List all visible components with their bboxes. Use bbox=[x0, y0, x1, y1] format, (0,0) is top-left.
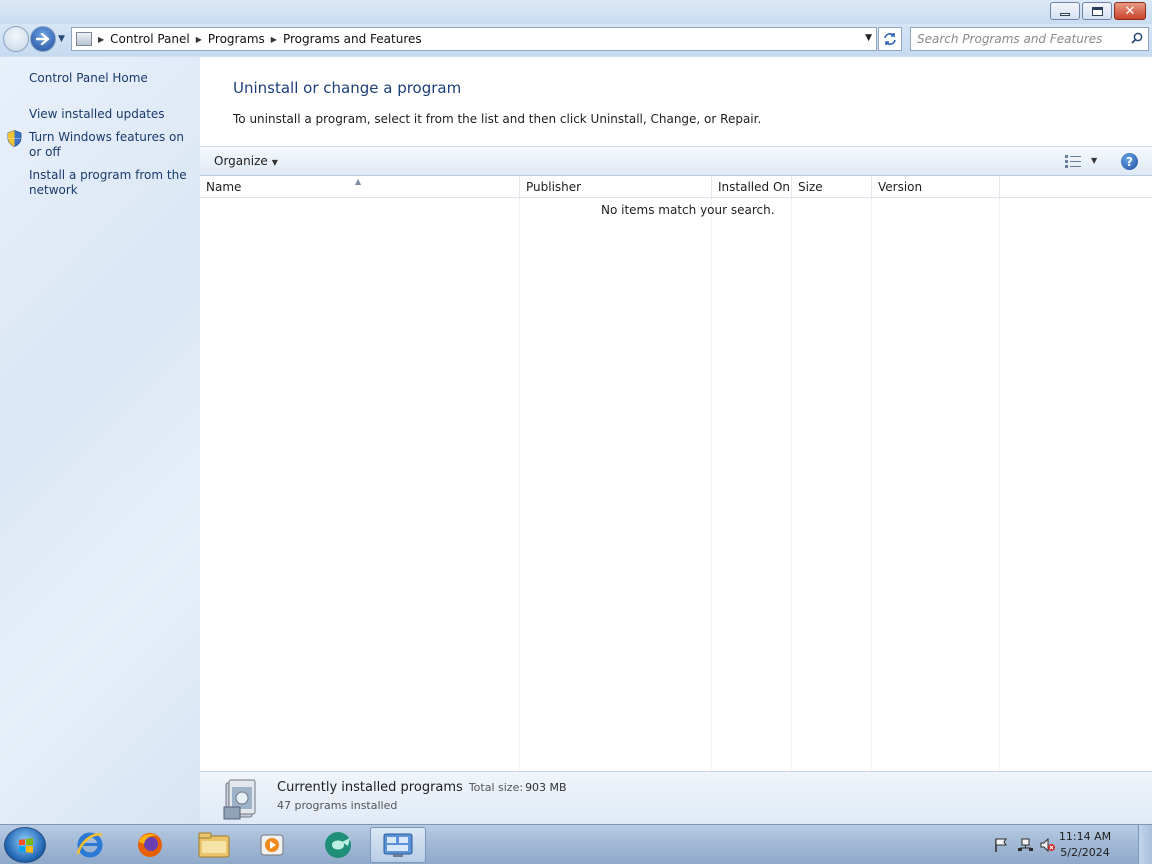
refresh-button[interactable] bbox=[878, 27, 902, 51]
column-header-publisher-label: Publisher bbox=[526, 180, 582, 194]
breadcrumb-separator-icon[interactable]: ▶ bbox=[271, 35, 277, 44]
column-header-size-label: Size bbox=[798, 180, 823, 194]
taskbar-firefox[interactable] bbox=[122, 827, 178, 863]
page-description: To uninstall a program, select it from t… bbox=[233, 112, 762, 126]
title-bar: ✕ bbox=[0, 0, 1152, 24]
taskbar-internet-explorer[interactable] bbox=[62, 827, 118, 863]
details-title-text: Currently installed programs bbox=[277, 780, 463, 795]
volume-muted-icon[interactable] bbox=[1040, 838, 1055, 852]
column-header-name-label: Name bbox=[206, 180, 242, 194]
column-header-version-label: Version bbox=[878, 180, 923, 194]
address-bar[interactable]: ▶ Control Panel ▶ Programs ▶ Programs an… bbox=[71, 27, 877, 51]
installed-programs-icon bbox=[223, 779, 256, 820]
organize-button[interactable]: Organize ▼ bbox=[214, 154, 278, 168]
windows-logo-icon bbox=[19, 838, 33, 853]
breadcrumb-separator-icon[interactable]: ▶ bbox=[98, 35, 104, 44]
window-controls: ✕ bbox=[1050, 2, 1146, 20]
navigation-bar: ▼ ▶ Control Panel ▶ Programs ▶ Programs … bbox=[0, 24, 1152, 56]
close-button[interactable]: ✕ bbox=[1114, 2, 1146, 20]
taskbar-app[interactable] bbox=[310, 827, 366, 863]
page-title: Uninstall or change a program bbox=[233, 79, 462, 97]
details-pane: Currently installed programs Total size: 9… bbox=[200, 771, 1152, 824]
back-button[interactable] bbox=[3, 26, 29, 52]
column-header-size[interactable]: Size bbox=[792, 176, 872, 198]
control-panel-icon bbox=[76, 32, 92, 46]
app-icon bbox=[325, 832, 351, 858]
network-icon[interactable] bbox=[1018, 838, 1033, 852]
arrow-right-icon bbox=[36, 33, 50, 45]
start-button[interactable] bbox=[4, 827, 46, 863]
internet-explorer-icon bbox=[76, 832, 103, 858]
breadcrumb-programs[interactable]: Programs bbox=[208, 32, 265, 46]
column-divider bbox=[711, 198, 712, 770]
forward-button[interactable] bbox=[30, 26, 56, 52]
taskbar-media-player[interactable] bbox=[244, 827, 300, 863]
minimize-icon bbox=[1060, 12, 1070, 16]
total-size-value: 903 MB bbox=[525, 781, 567, 794]
clock-date: 5/2/2024 bbox=[1060, 846, 1110, 859]
column-divider bbox=[871, 198, 872, 770]
total-size-label: Total size: bbox=[468, 781, 524, 794]
search-box bbox=[910, 27, 1149, 51]
program-count: 47 programs installed bbox=[277, 799, 398, 812]
firefox-icon bbox=[138, 833, 162, 857]
column-divider bbox=[999, 198, 1000, 770]
column-header-version[interactable]: Version bbox=[872, 176, 1000, 198]
empty-list-message: No items match your search. bbox=[601, 203, 775, 217]
column-divider bbox=[791, 198, 792, 770]
shield-icon bbox=[7, 130, 22, 147]
taskbar-file-explorer[interactable] bbox=[186, 827, 242, 863]
column-header-name[interactable]: ▲ Name bbox=[200, 176, 520, 198]
clock-time: 11:14 AM bbox=[1058, 830, 1112, 843]
media-player-icon bbox=[260, 834, 284, 856]
breadcrumb-control-panel[interactable]: Control Panel bbox=[110, 32, 190, 46]
control-panel-icon bbox=[383, 833, 413, 857]
breadcrumb-separator-icon[interactable]: ▶ bbox=[196, 35, 202, 44]
taskbar-control-panel[interactable] bbox=[370, 827, 426, 863]
column-header-publisher[interactable]: Publisher bbox=[520, 176, 712, 198]
breadcrumb-programs-and-features[interactable]: Programs and Features bbox=[283, 32, 422, 46]
command-bar: Organize ▼ ▼ ? bbox=[200, 146, 1152, 176]
sidebar-item-control-panel-home[interactable]: Control Panel Home bbox=[29, 71, 194, 86]
column-header-installed-on-label: Installed On bbox=[718, 180, 790, 194]
sidebar-item-install-from-network[interactable]: Install a program from the network bbox=[29, 168, 194, 198]
details-title: Currently installed programs Total size: 9… bbox=[277, 780, 567, 795]
close-icon: ✕ bbox=[1124, 3, 1136, 19]
help-icon[interactable]: ? bbox=[1121, 153, 1138, 170]
column-header-row: ▲ Name Publisher Installed On Size Versi… bbox=[200, 176, 1152, 198]
folder-icon bbox=[198, 832, 230, 858]
sort-ascending-icon: ▲ bbox=[355, 177, 362, 186]
minimize-button[interactable] bbox=[1050, 2, 1080, 20]
search-icon[interactable] bbox=[1131, 32, 1143, 44]
search-input[interactable] bbox=[911, 28, 1121, 50]
column-divider bbox=[519, 198, 520, 770]
view-dropdown-icon[interactable]: ▼ bbox=[1091, 156, 1097, 165]
address-dropdown-icon[interactable]: ▼ bbox=[865, 33, 872, 43]
main-content: Uninstall or change a program To uninsta… bbox=[200, 57, 1152, 824]
sidebar-item-turn-windows-features[interactable]: Turn Windows features on or off bbox=[29, 130, 194, 160]
view-options-icon[interactable] bbox=[1065, 155, 1081, 168]
system-tray: 11:14 AM 5/2/2024 bbox=[982, 825, 1152, 864]
recent-pages-dropdown[interactable]: ▼ bbox=[58, 34, 65, 44]
chevron-down-icon: ▼ bbox=[271, 158, 278, 167]
organize-label: Organize bbox=[214, 154, 268, 168]
refresh-icon bbox=[884, 33, 896, 45]
taskbar: 11:14 AM 5/2/2024 bbox=[0, 824, 1152, 864]
column-header-installed-on[interactable]: Installed On bbox=[712, 176, 792, 198]
maximize-button[interactable] bbox=[1082, 2, 1112, 20]
clock[interactable]: 11:14 AM 5/2/2024 bbox=[1054, 829, 1116, 861]
sidebar: Control Panel Home View installed update… bbox=[0, 57, 200, 824]
action-center-flag-icon[interactable] bbox=[994, 838, 1009, 852]
show-desktop-button[interactable] bbox=[1138, 825, 1152, 864]
sidebar-item-view-installed-updates[interactable]: View installed updates bbox=[29, 107, 194, 122]
restore-icon bbox=[1091, 6, 1103, 16]
